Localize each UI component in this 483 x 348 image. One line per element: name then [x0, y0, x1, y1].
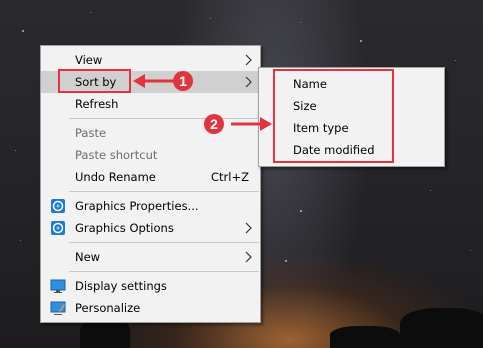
annotation-badge-1: 1 — [173, 71, 193, 91]
annotation-arrow-1 — [133, 74, 175, 88]
annotation-badge-2: 2 — [204, 114, 224, 134]
annotation-arrows — [133, 74, 272, 131]
annotation-arrow-2 — [231, 117, 272, 131]
